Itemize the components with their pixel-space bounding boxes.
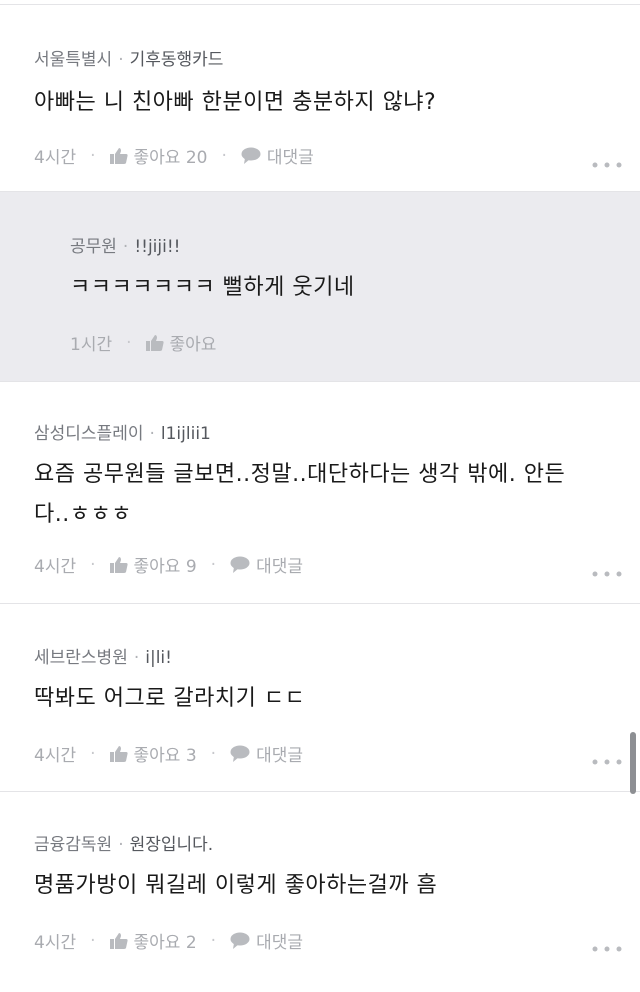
- comment-meta: 삼성디스플레이 · l1ijlii1: [34, 424, 211, 444]
- author-org[interactable]: 세브란스병원: [34, 648, 128, 668]
- reply-label: 대댓글: [266, 148, 314, 168]
- reply-label: 대댓글: [256, 933, 303, 953]
- more-dots-icon: [592, 162, 622, 168]
- comment-time: 4시간: [34, 933, 77, 953]
- author-org[interactable]: 공무원: [70, 237, 117, 257]
- comment-text: ㅋㅋㅋㅋㅋㅋㅋ 뻘하게 웃기네: [70, 275, 355, 300]
- scrollbar[interactable]: [630, 732, 636, 794]
- comment-text-line: 다..ㅎㅎㅎ: [34, 502, 132, 527]
- reply-button[interactable]: 대댓글: [230, 741, 303, 766]
- more-button[interactable]: [592, 562, 622, 581]
- comment-meta: 공무원 · !!jiji!!: [70, 237, 181, 257]
- comment-text: 딱봐도 어그로 갈라치기 ㄷㄷ: [34, 686, 306, 711]
- comment-text: 아빠는 니 친아빠 한분이면 충분하지 않냐?: [34, 90, 437, 115]
- more-button[interactable]: [592, 750, 622, 769]
- reply-button[interactable]: 대댓글: [241, 143, 314, 168]
- comment-actions: 4시간 · 좋아요 3 · 대댓글: [34, 741, 303, 767]
- comment-item: 세브란스병원 · i|li! 딱봐도 어그로 갈라치기 ㄷㄷ 4시간 · 좋아요 3…: [0, 603, 640, 791]
- comment-time: 1시간: [70, 335, 113, 355]
- reply-item: 공무원 · !!jiji!! ㅋㅋㅋㅋㅋㅋㅋ 뻘하게 웃기네 1시간 · 좋아요: [0, 191, 640, 381]
- speech-bubble-icon: [230, 556, 250, 573]
- comment-actions: 4시간 · 좋아요 20 · 대댓글: [34, 143, 314, 169]
- reply-label: 대댓글: [256, 746, 303, 766]
- comment-text: 요즘 공무원들 글보면..정말..대단하다는 생각 밖에. 안든 다..ㅎㅎㅎ: [34, 455, 565, 535]
- more-dots-icon: [592, 946, 622, 952]
- like-button[interactable]: 좋아요: [145, 330, 217, 355]
- reply-button[interactable]: 대댓글: [230, 552, 303, 577]
- thumbs-up-icon: [145, 334, 164, 351]
- author-nickname[interactable]: i|li!: [145, 648, 172, 668]
- comment-actions: 4시간 · 좋아요 9 · 대댓글: [34, 552, 303, 578]
- author-nickname[interactable]: 원장입니다.: [130, 835, 214, 855]
- like-button[interactable]: 좋아요 3: [109, 741, 197, 766]
- comment-text: 명품가방이 뭐길레 이렇게 좋아하는걸까 흠: [34, 873, 438, 898]
- more-dots-icon: [592, 571, 622, 577]
- comment-item: 삼성디스플레이 · l1ijlii1 요즘 공무원들 글보면..정말..대단하다는 …: [0, 381, 640, 603]
- thumbs-up-icon: [109, 147, 128, 164]
- comment-time: 4시간: [34, 148, 77, 168]
- comment-actions: 1시간 · 좋아요: [70, 330, 217, 356]
- speech-bubble-icon: [241, 147, 261, 164]
- more-button[interactable]: [592, 937, 622, 956]
- thumbs-up-icon: [109, 745, 128, 762]
- like-label: 좋아요 9: [133, 557, 197, 577]
- speech-bubble-icon: [230, 932, 250, 949]
- comment-item: 서울특별시 · 기후동행카드 아빠는 니 친아빠 한분이면 충분하지 않냐? 4시간…: [0, 4, 640, 191]
- like-button[interactable]: 좋아요 2: [109, 928, 197, 953]
- more-dots-icon: [592, 759, 622, 765]
- author-nickname[interactable]: !!jiji!!: [134, 237, 180, 257]
- like-label: 좋아요 2: [133, 933, 197, 953]
- more-button[interactable]: [592, 153, 622, 172]
- like-button[interactable]: 좋아요 20: [109, 143, 208, 168]
- comment-time: 4시간: [34, 557, 77, 577]
- author-org[interactable]: 서울특별시: [34, 50, 112, 70]
- like-label: 좋아요 20: [133, 148, 208, 168]
- author-org[interactable]: 삼성디스플레이: [34, 424, 143, 444]
- speech-bubble-icon: [230, 745, 250, 762]
- author-nickname[interactable]: l1ijlii1: [161, 424, 211, 444]
- comment-meta: 세브란스병원 · i|li!: [34, 648, 172, 668]
- like-label: 좋아요: [169, 335, 217, 355]
- comment-meta: 금융감독원 · 원장입니다.: [34, 835, 214, 855]
- reply-button[interactable]: 대댓글: [230, 928, 303, 953]
- comment-text-line: 요즘 공무원들 글보면..정말..대단하다는 생각 밖에. 안든: [34, 462, 566, 487]
- author-nickname[interactable]: 기후동행카드: [130, 50, 224, 70]
- comment-meta: 서울특별시 · 기후동행카드: [34, 50, 224, 70]
- thumbs-up-icon: [109, 556, 128, 573]
- reply-label: 대댓글: [256, 557, 303, 577]
- thumbs-up-icon: [109, 932, 128, 949]
- like-button[interactable]: 좋아요 9: [109, 552, 197, 577]
- comment-actions: 4시간 · 좋아요 2 · 대댓글: [34, 928, 303, 954]
- comment-item: 금융감독원 · 원장입니다. 명품가방이 뭐길레 이렇게 좋아하는걸까 흠 4시간 …: [0, 791, 640, 992]
- author-org[interactable]: 금융감독원: [34, 835, 112, 855]
- comment-time: 4시간: [34, 746, 77, 766]
- like-label: 좋아요 3: [133, 746, 197, 766]
